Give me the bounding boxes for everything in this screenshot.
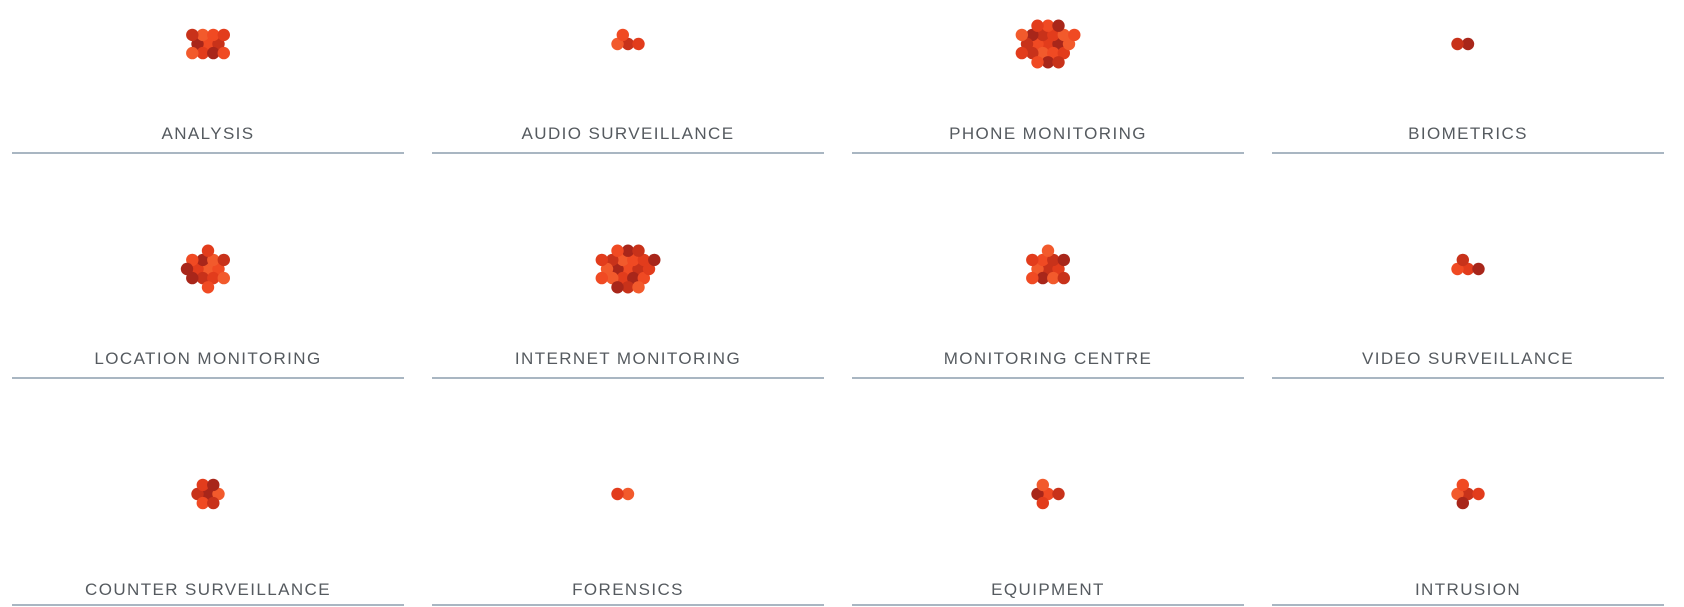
cluster-dot: [1041, 244, 1055, 257]
cluster-dot: [217, 28, 230, 42]
cluster-dot: [1036, 496, 1049, 510]
cluster-dot: [1036, 478, 1049, 492]
category-tile-monitoring-centre[interactable]: MONITORING CENTRE: [840, 225, 1260, 450]
divider: [432, 377, 824, 379]
divider: [1272, 604, 1664, 606]
cluster-dot: [632, 37, 645, 51]
cluster-dot: [1057, 271, 1070, 285]
cluster-dot: [201, 281, 215, 294]
cluster-dot: [1456, 478, 1469, 492]
cluster-dot: [207, 478, 220, 492]
category-tile-analysis[interactable]: ANALYSIS: [0, 0, 420, 225]
divider: [852, 377, 1244, 379]
cluster-dot: [1451, 37, 1464, 51]
dot-cluster: [1031, 478, 1065, 510]
dot-cluster: [1015, 19, 1081, 69]
category-tile-counter-surveillance[interactable]: COUNTER SURVEILLANCE: [0, 450, 420, 607]
divider: [12, 152, 404, 154]
category-label: ANALYSIS: [161, 124, 255, 143]
cluster-dot: [207, 496, 220, 510]
cluster-dot: [1052, 487, 1065, 501]
dot-cluster: [1451, 478, 1485, 510]
cluster-dot: [1057, 253, 1070, 267]
category-tile-intrusion[interactable]: INTRUSION: [1260, 450, 1680, 607]
cluster-dot: [1031, 19, 1044, 32]
cluster-dot: [611, 244, 624, 257]
cluster-dot: [186, 28, 199, 42]
divider: [1272, 377, 1664, 379]
category-label: VIDEO SURVEILLANCE: [1362, 349, 1574, 368]
cluster-dot: [1031, 56, 1044, 69]
dot-cluster: [595, 244, 661, 294]
cluster-dot: [595, 253, 608, 267]
category-tile-location-monitoring[interactable]: LOCATION MONITORING: [0, 225, 420, 450]
category-label: FORENSICS: [572, 580, 684, 599]
category-tile-forensics[interactable]: FORENSICS: [420, 450, 840, 607]
category-label: PHONE MONITORING: [949, 124, 1147, 143]
cluster-dot: [217, 46, 230, 60]
cluster-dot: [1015, 28, 1028, 42]
cluster-dot: [180, 262, 194, 276]
divider: [1272, 152, 1664, 154]
dot-cluster: [191, 478, 225, 510]
category-tile-biometrics[interactable]: BIOMETRICS: [1260, 0, 1680, 225]
dot-cluster: [180, 244, 230, 294]
category-label: COUNTER SURVEILLANCE: [85, 580, 331, 599]
cluster-dot: [1472, 487, 1485, 501]
divider: [432, 152, 824, 154]
cluster-dot: [595, 271, 608, 285]
cluster-dot: [201, 244, 215, 257]
cluster-dot: [1052, 56, 1065, 69]
dot-cluster: [186, 28, 230, 60]
cluster-dot: [1052, 19, 1065, 32]
cluster-dot: [1026, 253, 1039, 267]
cluster-dot: [611, 281, 624, 294]
cluster-dot: [611, 487, 624, 501]
cluster-dot: [1456, 496, 1469, 510]
category-label: INTERNET MONITORING: [514, 349, 742, 368]
dot-cluster: [611, 28, 645, 51]
category-label: BIOMETRICS: [1408, 124, 1528, 143]
dot-cluster: [1026, 244, 1070, 285]
cluster-dot: [1015, 46, 1028, 60]
cluster-dot: [1068, 28, 1081, 42]
divider: [12, 377, 404, 379]
cluster-dot: [1026, 271, 1039, 285]
category-tile-phone-monitoring[interactable]: PHONE MONITORING: [840, 0, 1260, 225]
category-label: MONITORING CENTRE: [943, 349, 1153, 368]
category-label: EQUIPMENT: [991, 580, 1105, 599]
cluster-dot: [1472, 262, 1485, 276]
category-tile-internet-monitoring[interactable]: INTERNET MONITORING: [420, 225, 840, 450]
dot-cluster: [1451, 253, 1485, 276]
category-tile-audio-surveillance[interactable]: AUDIO SURVEILLANCE: [420, 0, 840, 225]
dot-cluster: [1451, 37, 1475, 51]
dot-cluster: [611, 487, 635, 501]
cluster-dot: [217, 271, 230, 285]
cluster-dot: [632, 244, 645, 257]
divider: [12, 604, 404, 606]
category-tile-video-surveillance[interactable]: VIDEO SURVEILLANCE: [1260, 225, 1680, 450]
divider: [432, 604, 824, 606]
category-label: INTRUSION: [1414, 580, 1522, 599]
divider: [852, 604, 1244, 606]
cluster-dot: [1456, 253, 1469, 267]
cluster-dot: [186, 46, 199, 60]
category-grid: ANALYSIS AUDIO SURVEILLANCE PHONE MONITO…: [0, 0, 1684, 607]
cluster-dot: [648, 253, 661, 267]
category-label: AUDIO SURVEILLANCE: [521, 124, 735, 143]
category-label: LOCATION MONITORING: [94, 349, 322, 368]
divider: [852, 152, 1244, 154]
cluster-dot: [217, 253, 230, 267]
cluster-dot: [616, 28, 629, 42]
cluster-dot: [632, 281, 645, 294]
category-tile-equipment[interactable]: EQUIPMENT: [840, 450, 1260, 607]
